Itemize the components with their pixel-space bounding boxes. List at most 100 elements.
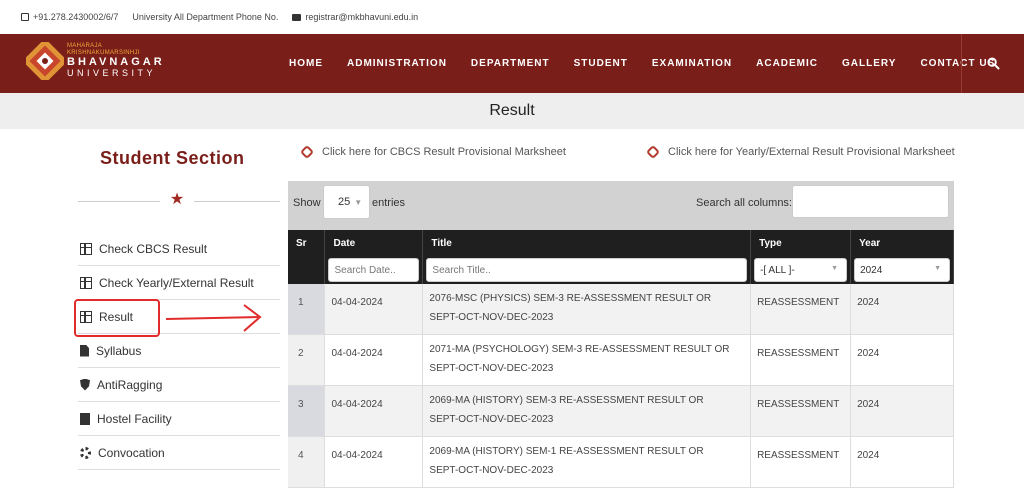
header-title[interactable]: Title [422, 230, 752, 256]
filter-title-cell: Search Title.. [422, 256, 752, 284]
cell-type: REASSESSMENT [750, 334, 852, 386]
cell-date: 04-04-2024 [324, 385, 424, 437]
table-filter-row: Search Date.. Search Title.. -[ ALL ]- ▼… [288, 256, 954, 284]
yearly-marksheet-link[interactable]: Click here for Yearly/External Result Pr… [645, 144, 955, 160]
table-row[interactable]: 4 04-04-2024 2069-MA (HISTORY) SEM-1 RE-… [288, 436, 954, 488]
logo-text: MAHARAJA KRISHNAKUMARSINHJI BHAVNAGAR UN… [67, 43, 165, 79]
results-table-wrapper: Show 25 ▼ entries Search all columns: Sr… [288, 181, 954, 488]
red-arrow-annotation [165, 304, 262, 332]
title-line2: SEPT-OCT-NOV-DEC-2023 [429, 312, 554, 323]
cell-year: 2024 [850, 436, 954, 488]
sidebar-item-convocation[interactable]: Convocation [78, 436, 280, 470]
yearly-link-label: Click here for Yearly/External Result Pr… [668, 146, 955, 158]
title-filter-input[interactable]: Search Title.. [426, 258, 748, 282]
nav-department[interactable]: DEPARTMENT [459, 58, 562, 69]
cell-type: REASSESSMENT [750, 284, 852, 335]
sidebar-title: Student Section [100, 148, 245, 168]
cbcs-link-label: Click here for CBCS Result Provisional M… [322, 146, 566, 158]
nav-gallery[interactable]: GALLERY [830, 58, 908, 69]
search-icon [986, 57, 1000, 70]
header-sr[interactable]: Sr [288, 230, 326, 256]
cell-title[interactable]: 2069-MA (HISTORY) SEM-3 RE-ASSESSMENT RE… [422, 385, 752, 437]
university-emblem-icon [22, 38, 68, 84]
nav-examination[interactable]: EXAMINATION [640, 58, 744, 69]
email-address[interactable]: registrar@mkbhavuni.edu.in [305, 12, 418, 22]
cell-sr: 2 [288, 334, 326, 386]
cell-date: 04-04-2024 [324, 436, 424, 488]
sidebar-item-syllabus[interactable]: Syllabus [78, 334, 280, 368]
link-icon [645, 144, 661, 160]
sidebar-item-antiragging[interactable]: AntiRagging [78, 368, 280, 402]
show-label: Show [293, 197, 321, 209]
top-info-bar: +91.278.2430002/6/7 University All Depar… [0, 0, 1024, 34]
search-all-input[interactable] [792, 185, 949, 218]
cell-year: 2024 [850, 334, 954, 386]
chevron-down-icon: ▼ [934, 265, 941, 272]
filter-year-cell: 2024 ▼ [850, 256, 954, 284]
table-row[interactable]: 1 04-04-2024 2076-MSC (PHYSICS) SEM-3 RE… [288, 284, 954, 335]
site-header: MAHARAJA KRISHNAKUMARSINHJI BHAVNAGAR UN… [0, 34, 1024, 93]
sidebar-item-yearly-result[interactable]: Check Yearly/External Result [78, 266, 280, 300]
email-info[interactable]: registrar@mkbhavuni.edu.in [292, 12, 418, 22]
title-line1: 2069-MA (HISTORY) SEM-3 RE-ASSESSMENT RE… [429, 395, 704, 406]
cell-date: 04-04-2024 [324, 284, 424, 335]
logo-line1: MAHARAJA [67, 43, 103, 49]
nav-administration[interactable]: ADMINISTRATION [335, 58, 459, 69]
cell-title[interactable]: 2076-MSC (PHYSICS) SEM-3 RE-ASSESSMENT R… [422, 284, 752, 335]
filter-type-cell: -[ ALL ]- ▼ [750, 256, 852, 284]
results-table: Sr Date Title Type Year Search Date.. Se… [288, 230, 954, 488]
entries-length-value: 25 [338, 196, 351, 208]
sidebar-item-label: Check Yearly/External Result [99, 275, 254, 290]
cell-type: REASSESSMENT [750, 436, 852, 488]
sidebar-item-cbcs-result[interactable]: Check CBCS Result [78, 232, 280, 266]
nav-academic[interactable]: ACADEMIC [744, 58, 830, 69]
envelope-icon [292, 13, 302, 21]
header-date[interactable]: Date [324, 230, 424, 256]
table-row[interactable]: 2 04-04-2024 2071-MA (PSYCHOLOGY) SEM-3 … [288, 334, 954, 386]
header-year[interactable]: Year [850, 230, 954, 256]
phone-icon [21, 13, 29, 21]
sidebar-menu: Check CBCS Result Check Yearly/External … [78, 232, 280, 470]
nav-home[interactable]: HOME [277, 58, 335, 69]
sidebar-item-hostel[interactable]: Hostel Facility [78, 402, 280, 436]
cell-sr: 3 [288, 385, 326, 437]
nav-student[interactable]: STUDENT [562, 58, 640, 69]
page-title: Result [489, 102, 535, 119]
result-highlight-annotation [74, 299, 160, 337]
chevron-down-icon: ▼ [831, 265, 839, 272]
title-line2: SEPT-OCT-NOV-DEC-2023 [429, 465, 554, 476]
filter-sr-empty [288, 256, 326, 284]
cell-year: 2024 [850, 284, 954, 335]
header-type[interactable]: Type [750, 230, 852, 256]
university-logo[interactable]: MAHARAJA KRISHNAKUMARSINHJI BHAVNAGAR UN… [22, 38, 165, 84]
chevron-down-icon: ▼ [354, 197, 363, 207]
sidebar-item-label: Convocation [98, 445, 165, 460]
sidebar-item-label: AntiRagging [97, 377, 163, 392]
sidebar-item-label: Syllabus [96, 343, 142, 358]
type-filter-value: -[ ALL ]- [760, 264, 795, 276]
logo-name: BHAVNAGAR [67, 56, 165, 68]
date-filter-input[interactable]: Search Date.. [328, 258, 420, 282]
cell-date: 04-04-2024 [324, 334, 424, 386]
file-icon [80, 344, 89, 357]
table-row[interactable]: 3 04-04-2024 2069-MA (HISTORY) SEM-3 RE-… [288, 385, 954, 437]
filter-date-cell: Search Date.. [324, 256, 424, 284]
sidebar-item-label: Check CBCS Result [99, 241, 208, 256]
title-line1: 2069-MA (HISTORY) SEM-1 RE-ASSESSMENT RE… [429, 446, 704, 457]
sidebar-item-label: Hostel Facility [97, 411, 172, 426]
type-filter-select[interactable]: -[ ALL ]- ▼ [754, 258, 848, 282]
cell-title[interactable]: 2069-MA (HISTORY) SEM-1 RE-ASSESSMENT RE… [422, 436, 752, 488]
year-filter-value: 2024 [860, 264, 883, 276]
header-search-button[interactable] [961, 34, 1024, 93]
title-line1: 2071-MA (PSYCHOLOGY) SEM-3 RE-ASSESSMENT… [429, 344, 730, 355]
entries-length-select[interactable]: 25 ▼ [323, 185, 370, 219]
cell-title[interactable]: 2071-MA (PSYCHOLOGY) SEM-3 RE-ASSESSMENT… [422, 334, 752, 386]
link-icon [299, 144, 315, 160]
phone-label: University All Department Phone No. [132, 12, 279, 22]
cell-year: 2024 [850, 385, 954, 437]
page-title-bar: Result [0, 93, 1024, 129]
title-line2: SEPT-OCT-NOV-DEC-2023 [429, 414, 554, 425]
marksheet-links: Click here for CBCS Result Provisional M… [299, 144, 960, 160]
year-filter-select[interactable]: 2024 ▼ [854, 258, 950, 282]
cbcs-marksheet-link[interactable]: Click here for CBCS Result Provisional M… [299, 144, 566, 160]
